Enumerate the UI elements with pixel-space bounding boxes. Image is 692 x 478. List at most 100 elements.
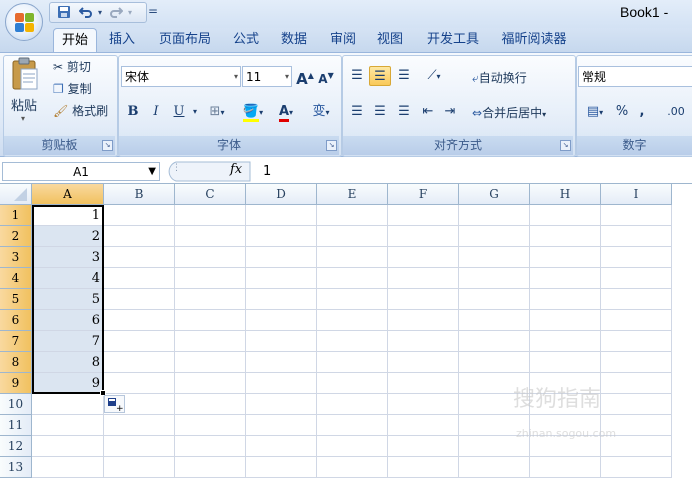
cell-b4[interactable]: [104, 268, 175, 289]
cell-d9[interactable]: [246, 373, 317, 394]
orientation-button[interactable]: ⟋▾: [418, 66, 450, 86]
cell-h3[interactable]: [530, 247, 601, 268]
font-size-select[interactable]: 11 ▾: [242, 66, 292, 87]
cell-i1[interactable]: [601, 205, 672, 226]
cell-b13[interactable]: [104, 457, 175, 478]
cell-g2[interactable]: [459, 226, 530, 247]
cell-c2[interactable]: [175, 226, 246, 247]
tab-home[interactable]: 开始: [53, 28, 97, 53]
bold-button[interactable]: B: [123, 102, 143, 122]
cell-g3[interactable]: [459, 247, 530, 268]
column-header-e[interactable]: E: [317, 184, 388, 205]
undo-dropdown-icon[interactable]: ▾: [96, 5, 104, 21]
cell-i13[interactable]: [601, 457, 672, 478]
cell-g5[interactable]: [459, 289, 530, 310]
align-center-icon[interactable]: ☰: [369, 102, 391, 122]
wrap-text-button[interactable]: ⤶自动换行: [472, 69, 527, 86]
increase-decimal-button[interactable]: .00: [660, 102, 692, 122]
cell-h2[interactable]: [530, 226, 601, 247]
cell-e10[interactable]: [317, 394, 388, 415]
font-color-button[interactable]: A▾: [272, 102, 300, 122]
row-header-2[interactable]: 2: [0, 226, 32, 247]
merge-center-button[interactable]: ⇔合并后居中▾: [472, 104, 546, 121]
cell-e11[interactable]: [317, 415, 388, 436]
cell-c12[interactable]: [175, 436, 246, 457]
column-header-i[interactable]: I: [601, 184, 672, 205]
cell-e7[interactable]: [317, 331, 388, 352]
cell-d6[interactable]: [246, 310, 317, 331]
cell-h1[interactable]: [530, 205, 601, 226]
cell-i2[interactable]: [601, 226, 672, 247]
cell-d4[interactable]: [246, 268, 317, 289]
formula-input[interactable]: 1: [258, 162, 692, 181]
row-header-13[interactable]: 13: [0, 457, 32, 478]
cell-e5[interactable]: [317, 289, 388, 310]
column-header-g[interactable]: G: [459, 184, 530, 205]
format-painter-button[interactable]: 🖌 格式刷: [53, 102, 108, 119]
save-icon[interactable]: [56, 5, 72, 21]
decrease-indent-icon[interactable]: ⇤: [418, 102, 438, 122]
cell-f4[interactable]: [388, 268, 459, 289]
cell-e2[interactable]: [317, 226, 388, 247]
row-header-6[interactable]: 6: [0, 310, 32, 331]
row-header-7[interactable]: 7: [0, 331, 32, 352]
align-right-icon[interactable]: ☰: [393, 102, 415, 122]
cell-d5[interactable]: [246, 289, 317, 310]
cell-i3[interactable]: [601, 247, 672, 268]
cell-f10[interactable]: [388, 394, 459, 415]
cell-h7[interactable]: [530, 331, 601, 352]
cell-d7[interactable]: [246, 331, 317, 352]
cell-i4[interactable]: [601, 268, 672, 289]
cell-d2[interactable]: [246, 226, 317, 247]
paste-dropdown-icon[interactable]: ▾: [21, 114, 25, 123]
tab-data[interactable]: 数据: [273, 28, 315, 52]
select-all-button[interactable]: [0, 184, 32, 205]
column-header-h[interactable]: H: [530, 184, 601, 205]
office-button[interactable]: [5, 3, 43, 41]
cell-f7[interactable]: [388, 331, 459, 352]
insert-function-button[interactable]: fx: [230, 162, 242, 177]
tab-review[interactable]: 审阅: [322, 28, 364, 52]
paste-icon[interactable]: [9, 57, 41, 93]
cell-b5[interactable]: [104, 289, 175, 310]
tab-developer[interactable]: 开发工具: [418, 28, 488, 52]
cell-e6[interactable]: [317, 310, 388, 331]
customize-qat-button[interactable]: =: [148, 4, 158, 18]
cell-a11[interactable]: [32, 415, 104, 436]
cell-d11[interactable]: [246, 415, 317, 436]
shrink-font-button[interactable]: A▼: [316, 66, 336, 86]
cell-d8[interactable]: [246, 352, 317, 373]
row-header-10[interactable]: 10: [0, 394, 32, 415]
italic-button[interactable]: I: [146, 102, 166, 122]
cell-f12[interactable]: [388, 436, 459, 457]
cell-i6[interactable]: [601, 310, 672, 331]
cell-e4[interactable]: [317, 268, 388, 289]
column-header-d[interactable]: D: [246, 184, 317, 205]
increase-indent-icon[interactable]: ⇥: [440, 102, 460, 122]
cell-h5[interactable]: [530, 289, 601, 310]
row-header-1[interactable]: 1: [0, 205, 32, 226]
cell-b7[interactable]: [104, 331, 175, 352]
cell-f3[interactable]: [388, 247, 459, 268]
row-header-8[interactable]: 8: [0, 352, 32, 373]
percent-button[interactable]: %: [613, 102, 631, 122]
cell-e9[interactable]: [317, 373, 388, 394]
cell-d3[interactable]: [246, 247, 317, 268]
font-launcher-icon[interactable]: ↘: [326, 140, 337, 151]
cell-e3[interactable]: [317, 247, 388, 268]
comma-button[interactable]: ,: [635, 102, 649, 122]
cell-b8[interactable]: [104, 352, 175, 373]
cell-f6[interactable]: [388, 310, 459, 331]
row-header-4[interactable]: 4: [0, 268, 32, 289]
cell-f13[interactable]: [388, 457, 459, 478]
cell-b6[interactable]: [104, 310, 175, 331]
column-header-f[interactable]: F: [388, 184, 459, 205]
cell-c9[interactable]: [175, 373, 246, 394]
cell-i7[interactable]: [601, 331, 672, 352]
cell-i8[interactable]: [601, 352, 672, 373]
font-name-select[interactable]: 宋体 ▾: [121, 66, 241, 87]
cut-button[interactable]: ✂ 剪切: [53, 58, 91, 75]
cell-c11[interactable]: [175, 415, 246, 436]
borders-button[interactable]: ⊞▾: [204, 102, 230, 122]
align-top-icon[interactable]: ☰: [346, 66, 368, 86]
